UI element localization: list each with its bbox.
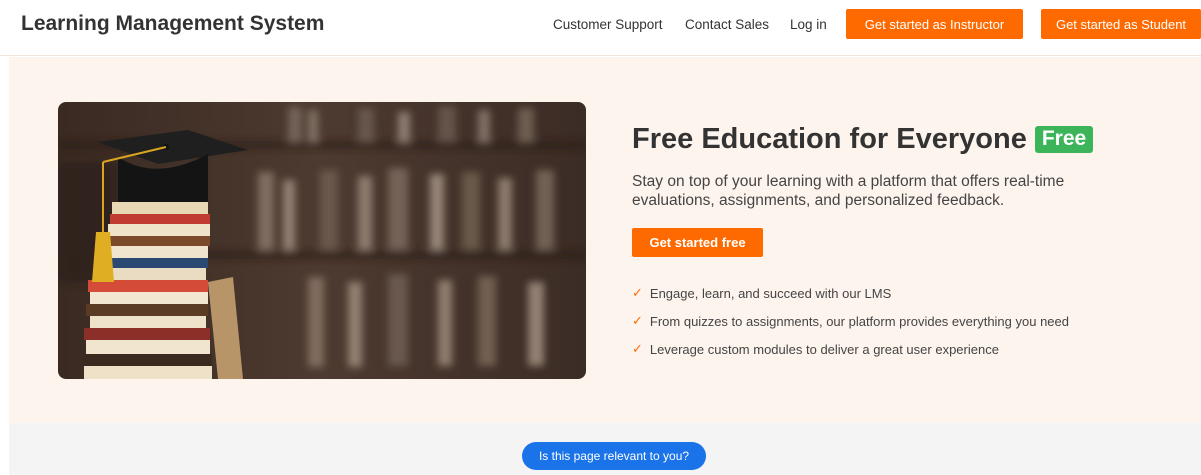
top-header: Learning Management System Customer Supp… xyxy=(0,0,1201,56)
list-item: ✓ Leverage custom modules to deliver a g… xyxy=(632,335,1069,363)
feature-text: Engage, learn, and succeed with our LMS xyxy=(649,285,892,301)
nav-login-link[interactable]: Log in xyxy=(790,17,827,32)
check-icon: ✓ xyxy=(632,341,643,356)
free-badge: Free xyxy=(1034,126,1094,153)
check-icon: ✓ xyxy=(632,313,643,328)
feature-list: ✓ Engage, learn, and succeed with our LM… xyxy=(632,279,1069,363)
nav-contact-sales-link[interactable]: Contact Sales xyxy=(685,17,769,32)
get-started-free-button[interactable]: Get started free xyxy=(632,228,763,257)
list-item: ✓ Engage, learn, and succeed with our LM… xyxy=(632,279,1069,307)
hero-title: Free Education for Everyone Free xyxy=(632,123,1094,156)
hero-description: Stay on top of your learning with a plat… xyxy=(632,173,1065,209)
feature-text: Leverage custom modules to deliver a gre… xyxy=(649,341,999,357)
page-relevance-feedback-button[interactable]: Is this page relevant to you? xyxy=(522,442,706,470)
get-started-instructor-button[interactable]: Get started as Instructor xyxy=(846,9,1023,39)
hero-title-text: Free Education for Everyone xyxy=(632,123,1027,155)
feature-text: From quizzes to assignments, our platfor… xyxy=(649,313,1069,329)
nav-customer-support-link[interactable]: Customer Support xyxy=(553,17,663,32)
graduation-books-photo xyxy=(58,102,586,379)
list-item: ✓ From quizzes to assignments, our platf… xyxy=(632,307,1069,335)
brand-title[interactable]: Learning Management System xyxy=(21,12,324,36)
check-icon: ✓ xyxy=(632,285,643,300)
hero-image xyxy=(58,102,586,379)
get-started-student-button[interactable]: Get started as Student xyxy=(1041,9,1201,39)
